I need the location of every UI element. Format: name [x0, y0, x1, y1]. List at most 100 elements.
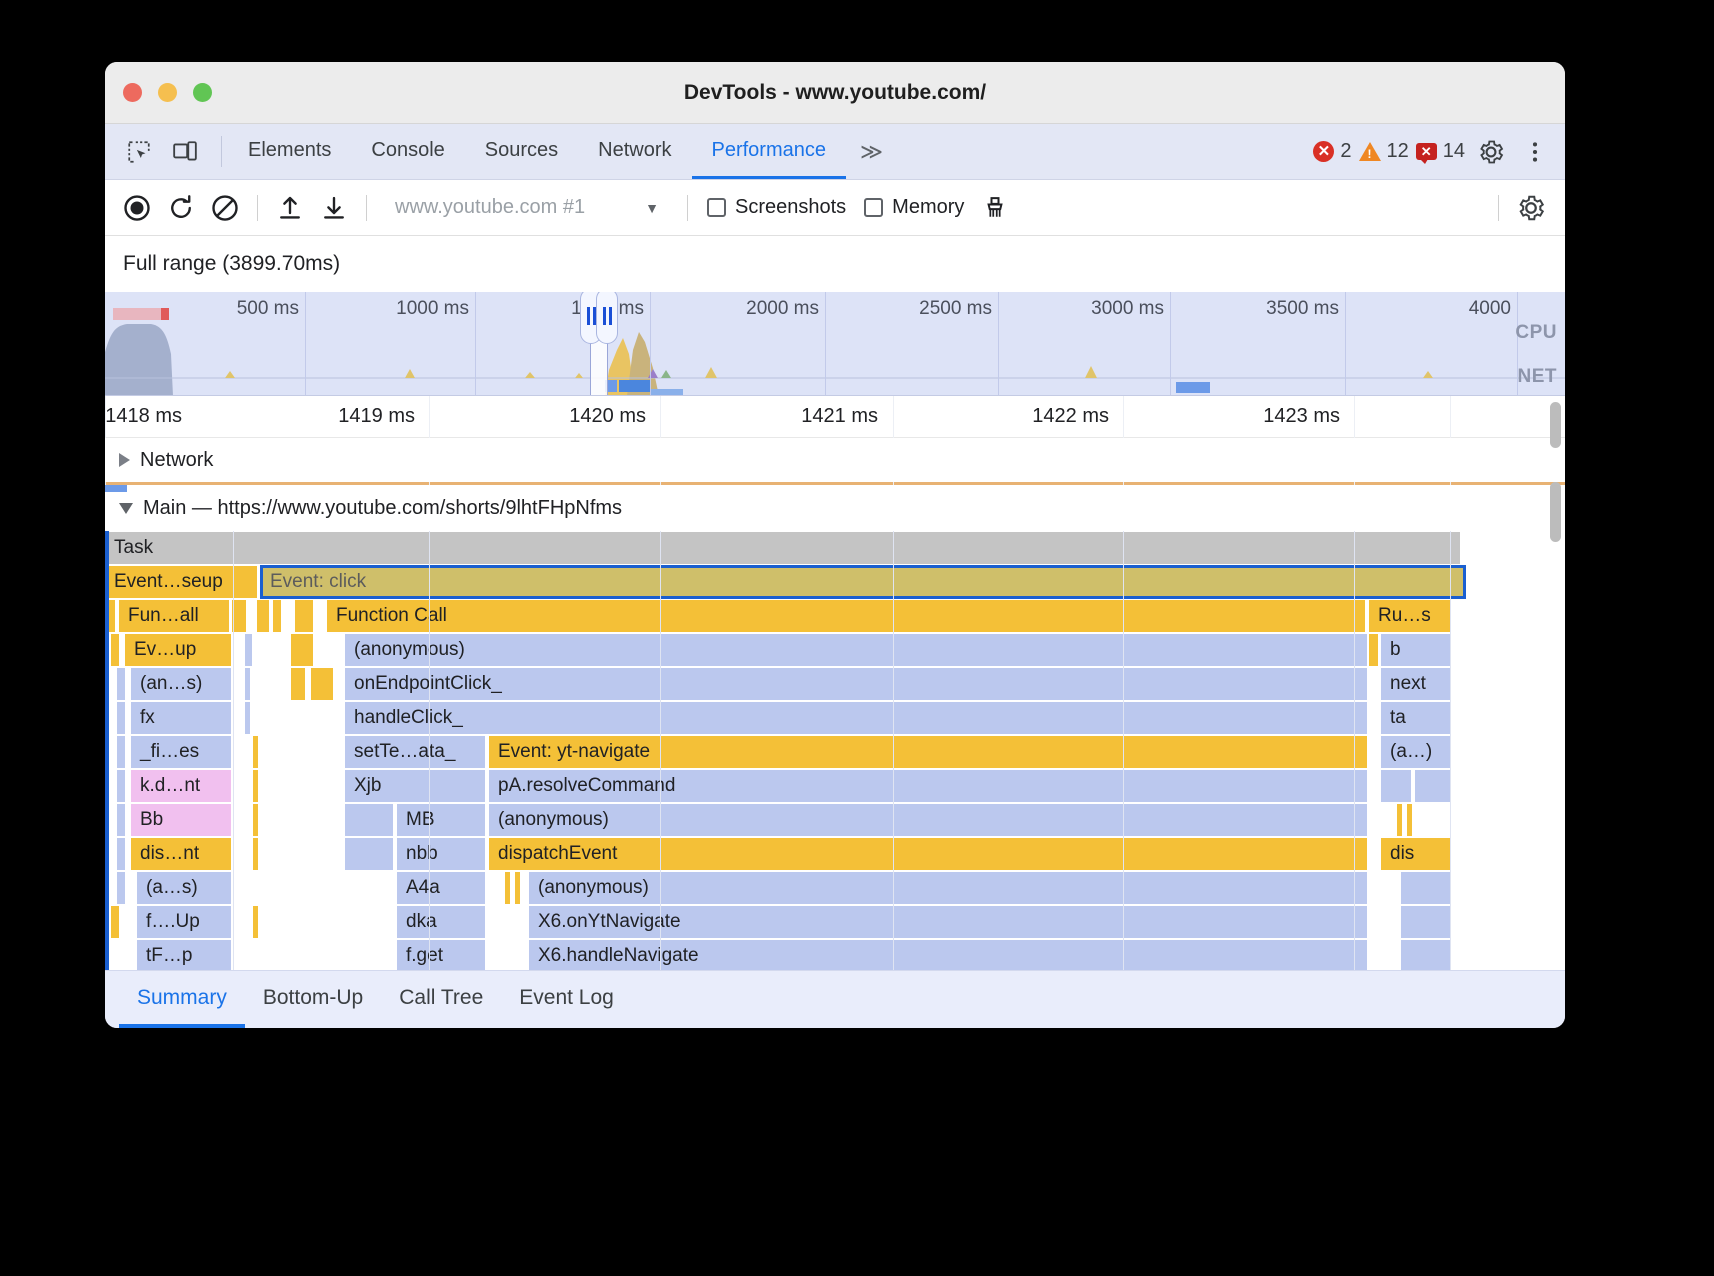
- flame-bar-0[interactable]: [117, 770, 125, 802]
- warning-counter[interactable]: 12: [1359, 140, 1409, 163]
- task-row[interactable]: Task: [105, 531, 1565, 565]
- flame-bar-0[interactable]: [117, 668, 125, 700]
- clear-icon[interactable]: [203, 186, 247, 230]
- inspect-element-icon[interactable]: [119, 132, 159, 172]
- function-call-row[interactable]: Fun…allFunction CallRu…s: [105, 599, 1565, 633]
- flame-bar-3[interactable]: [1401, 940, 1451, 970]
- flame-bar-bb[interactable]: Bb: [131, 804, 231, 836]
- tab-call-tree[interactable]: Call Tree: [381, 971, 501, 1028]
- tab-console[interactable]: Console: [351, 124, 464, 179]
- load-profile-icon[interactable]: [268, 186, 312, 230]
- tab-performance[interactable]: Performance: [692, 124, 847, 179]
- collect-garbage-icon[interactable]: [973, 186, 1017, 230]
- flame-bar-fun-all[interactable]: Fun…all: [119, 600, 229, 632]
- flame-bar-5[interactable]: [1381, 770, 1411, 802]
- flame-bar-f-up[interactable]: f….Up: [137, 906, 231, 938]
- flame-bar-3[interactable]: [345, 804, 393, 836]
- flame-bar-0[interactable]: [117, 872, 125, 904]
- flame-bar-7[interactable]: [1401, 872, 1451, 904]
- overview-selection-handle-right[interactable]: [596, 292, 618, 344]
- anonymous-row-2[interactable]: Bb MB(anonymous): [105, 803, 1565, 837]
- network-track-header[interactable]: Network: [105, 438, 1565, 482]
- settings-gear-icon[interactable]: [1471, 132, 1511, 172]
- flame-bar-0[interactable]: [117, 838, 125, 870]
- flame-bar-6[interactable]: [1415, 770, 1451, 802]
- timeline-overview[interactable]: 500 ms 1000 ms 1500 ms 2000 ms 2500 ms 3…: [105, 292, 1565, 396]
- flame-bar-pa-resolvecommand[interactable]: pA.resolveCommand: [489, 770, 1367, 802]
- tab-bottom-up[interactable]: Bottom-Up: [245, 971, 381, 1028]
- flame-bar--anonymous-[interactable]: (anonymous): [345, 634, 1367, 666]
- maximize-button[interactable]: [193, 83, 212, 102]
- flame-bar-4[interactable]: [311, 668, 333, 700]
- screenshots-checkbox[interactable]: Screenshots: [698, 196, 855, 219]
- flame-bar-4[interactable]: [273, 600, 281, 632]
- more-vertical-icon[interactable]: [1515, 132, 1555, 172]
- dispatchevent-row[interactable]: dis…nt nbbdispatchEvent dis: [105, 837, 1565, 871]
- tab-elements[interactable]: Elements: [228, 124, 351, 179]
- record-icon[interactable]: [115, 186, 159, 230]
- flame-bar-dka[interactable]: dka: [397, 906, 485, 938]
- flame-bar-4[interactable]: [505, 872, 510, 904]
- flame-bar-2[interactable]: [245, 634, 252, 666]
- flame-bar--a-s-[interactable]: (a…s): [137, 872, 231, 904]
- memory-checkbox-box[interactable]: [864, 198, 883, 217]
- flame-bar-0[interactable]: [117, 736, 125, 768]
- flame-bar--an-s-[interactable]: (an…s): [131, 668, 231, 700]
- onendpointclick-row[interactable]: (an…s)onEndpointClick_next: [105, 667, 1565, 701]
- flame-bar-2[interactable]: [253, 804, 258, 836]
- flame-bar-dispatchevent[interactable]: dispatchEvent: [489, 838, 1367, 870]
- flame-bar-event-seup[interactable]: Event…seup: [105, 566, 257, 598]
- onytnavigate-row[interactable]: f….Up dka X6.onYtNavigate: [105, 905, 1565, 939]
- anonymous-row-1[interactable]: Ev…up (anonymous) b: [105, 633, 1565, 667]
- flame-bar-2[interactable]: [253, 736, 258, 768]
- flame-bar-3[interactable]: [291, 668, 305, 700]
- settemplatedata-row[interactable]: _fi…essetTe…ata_Event: yt-navigate(a…): [105, 735, 1565, 769]
- error-counter[interactable]: ✕ 2: [1313, 140, 1351, 163]
- handlenavigate-row[interactable]: tF…p f.get X6.handleNavigate: [105, 939, 1565, 970]
- flame-chart-scrollbar-top[interactable]: [1550, 402, 1561, 448]
- handleclick-row[interactable]: fxhandleClick_ta: [105, 701, 1565, 735]
- flame-bar-ev-up[interactable]: Ev…up: [125, 634, 231, 666]
- flame-bar-x6-handlenavigate[interactable]: X6.handleNavigate: [529, 940, 1367, 970]
- flame-bar-3[interactable]: [345, 838, 393, 870]
- main-track-header[interactable]: Main — https://www.youtube.com/shorts/9l…: [105, 485, 1565, 531]
- capture-settings-icon[interactable]: [1509, 186, 1553, 230]
- flame-bar-5[interactable]: [1401, 906, 1451, 938]
- flame-bar-nbb[interactable]: nbb: [397, 838, 485, 870]
- overview-selection-window[interactable]: [590, 292, 608, 395]
- flame-bar-2[interactable]: [245, 668, 250, 700]
- flame-bar-3[interactable]: [291, 634, 313, 666]
- flame-chart-rows[interactable]: TaskEvent…seupEvent: clickFun…allFunctio…: [105, 531, 1565, 970]
- flame-bar-2[interactable]: [245, 702, 250, 734]
- flame-bar-f-get[interactable]: f.get: [397, 940, 485, 970]
- flame-bar-b[interactable]: b: [1381, 634, 1451, 666]
- flame-chart-scrollbar-main[interactable]: [1550, 482, 1561, 542]
- flame-bar-ta[interactable]: ta: [1381, 702, 1451, 734]
- event-row[interactable]: Event…seupEvent: click: [105, 565, 1565, 599]
- flame-bar--fi-es[interactable]: _fi…es: [131, 736, 231, 768]
- flame-bar-dis[interactable]: dis: [1381, 838, 1451, 870]
- flame-bar-tf-p[interactable]: tF…p: [137, 940, 231, 970]
- flame-bar--anonymous-[interactable]: (anonymous): [489, 804, 1367, 836]
- flame-bar-ru-s[interactable]: Ru…s: [1369, 600, 1451, 632]
- memory-checkbox[interactable]: Memory: [855, 196, 973, 219]
- resolvecommand-row[interactable]: k.d…ntXjbpA.resolveCommand: [105, 769, 1565, 803]
- flame-bar-5[interactable]: [295, 600, 313, 632]
- flame-bar-2[interactable]: [253, 770, 258, 802]
- more-tabs-icon[interactable]: ≫: [846, 124, 895, 179]
- flame-bar-2[interactable]: [253, 906, 258, 938]
- timeline-ruler[interactable]: 1418 ms 1419 ms 1420 ms 1421 ms 1422 ms …: [105, 396, 1565, 438]
- flame-bar-0[interactable]: [111, 906, 119, 938]
- close-button[interactable]: [123, 83, 142, 102]
- flame-bar-x6-onytnavigate[interactable]: X6.onYtNavigate: [529, 906, 1367, 938]
- flame-bar-mb[interactable]: MB: [397, 804, 485, 836]
- flame-bar-0[interactable]: [111, 634, 119, 666]
- device-toolbar-icon[interactable]: [165, 132, 205, 172]
- flame-bar-0[interactable]: [117, 804, 125, 836]
- flame-bar-event-yt-navigate[interactable]: Event: yt-navigate: [489, 736, 1367, 768]
- flame-bar-fx[interactable]: fx: [131, 702, 231, 734]
- tab-network[interactable]: Network: [578, 124, 691, 179]
- flame-bar-dis-nt[interactable]: dis…nt: [131, 838, 231, 870]
- flame-bar-5[interactable]: [515, 872, 520, 904]
- recording-select[interactable]: www.youtube.com #1 ▼: [377, 196, 677, 219]
